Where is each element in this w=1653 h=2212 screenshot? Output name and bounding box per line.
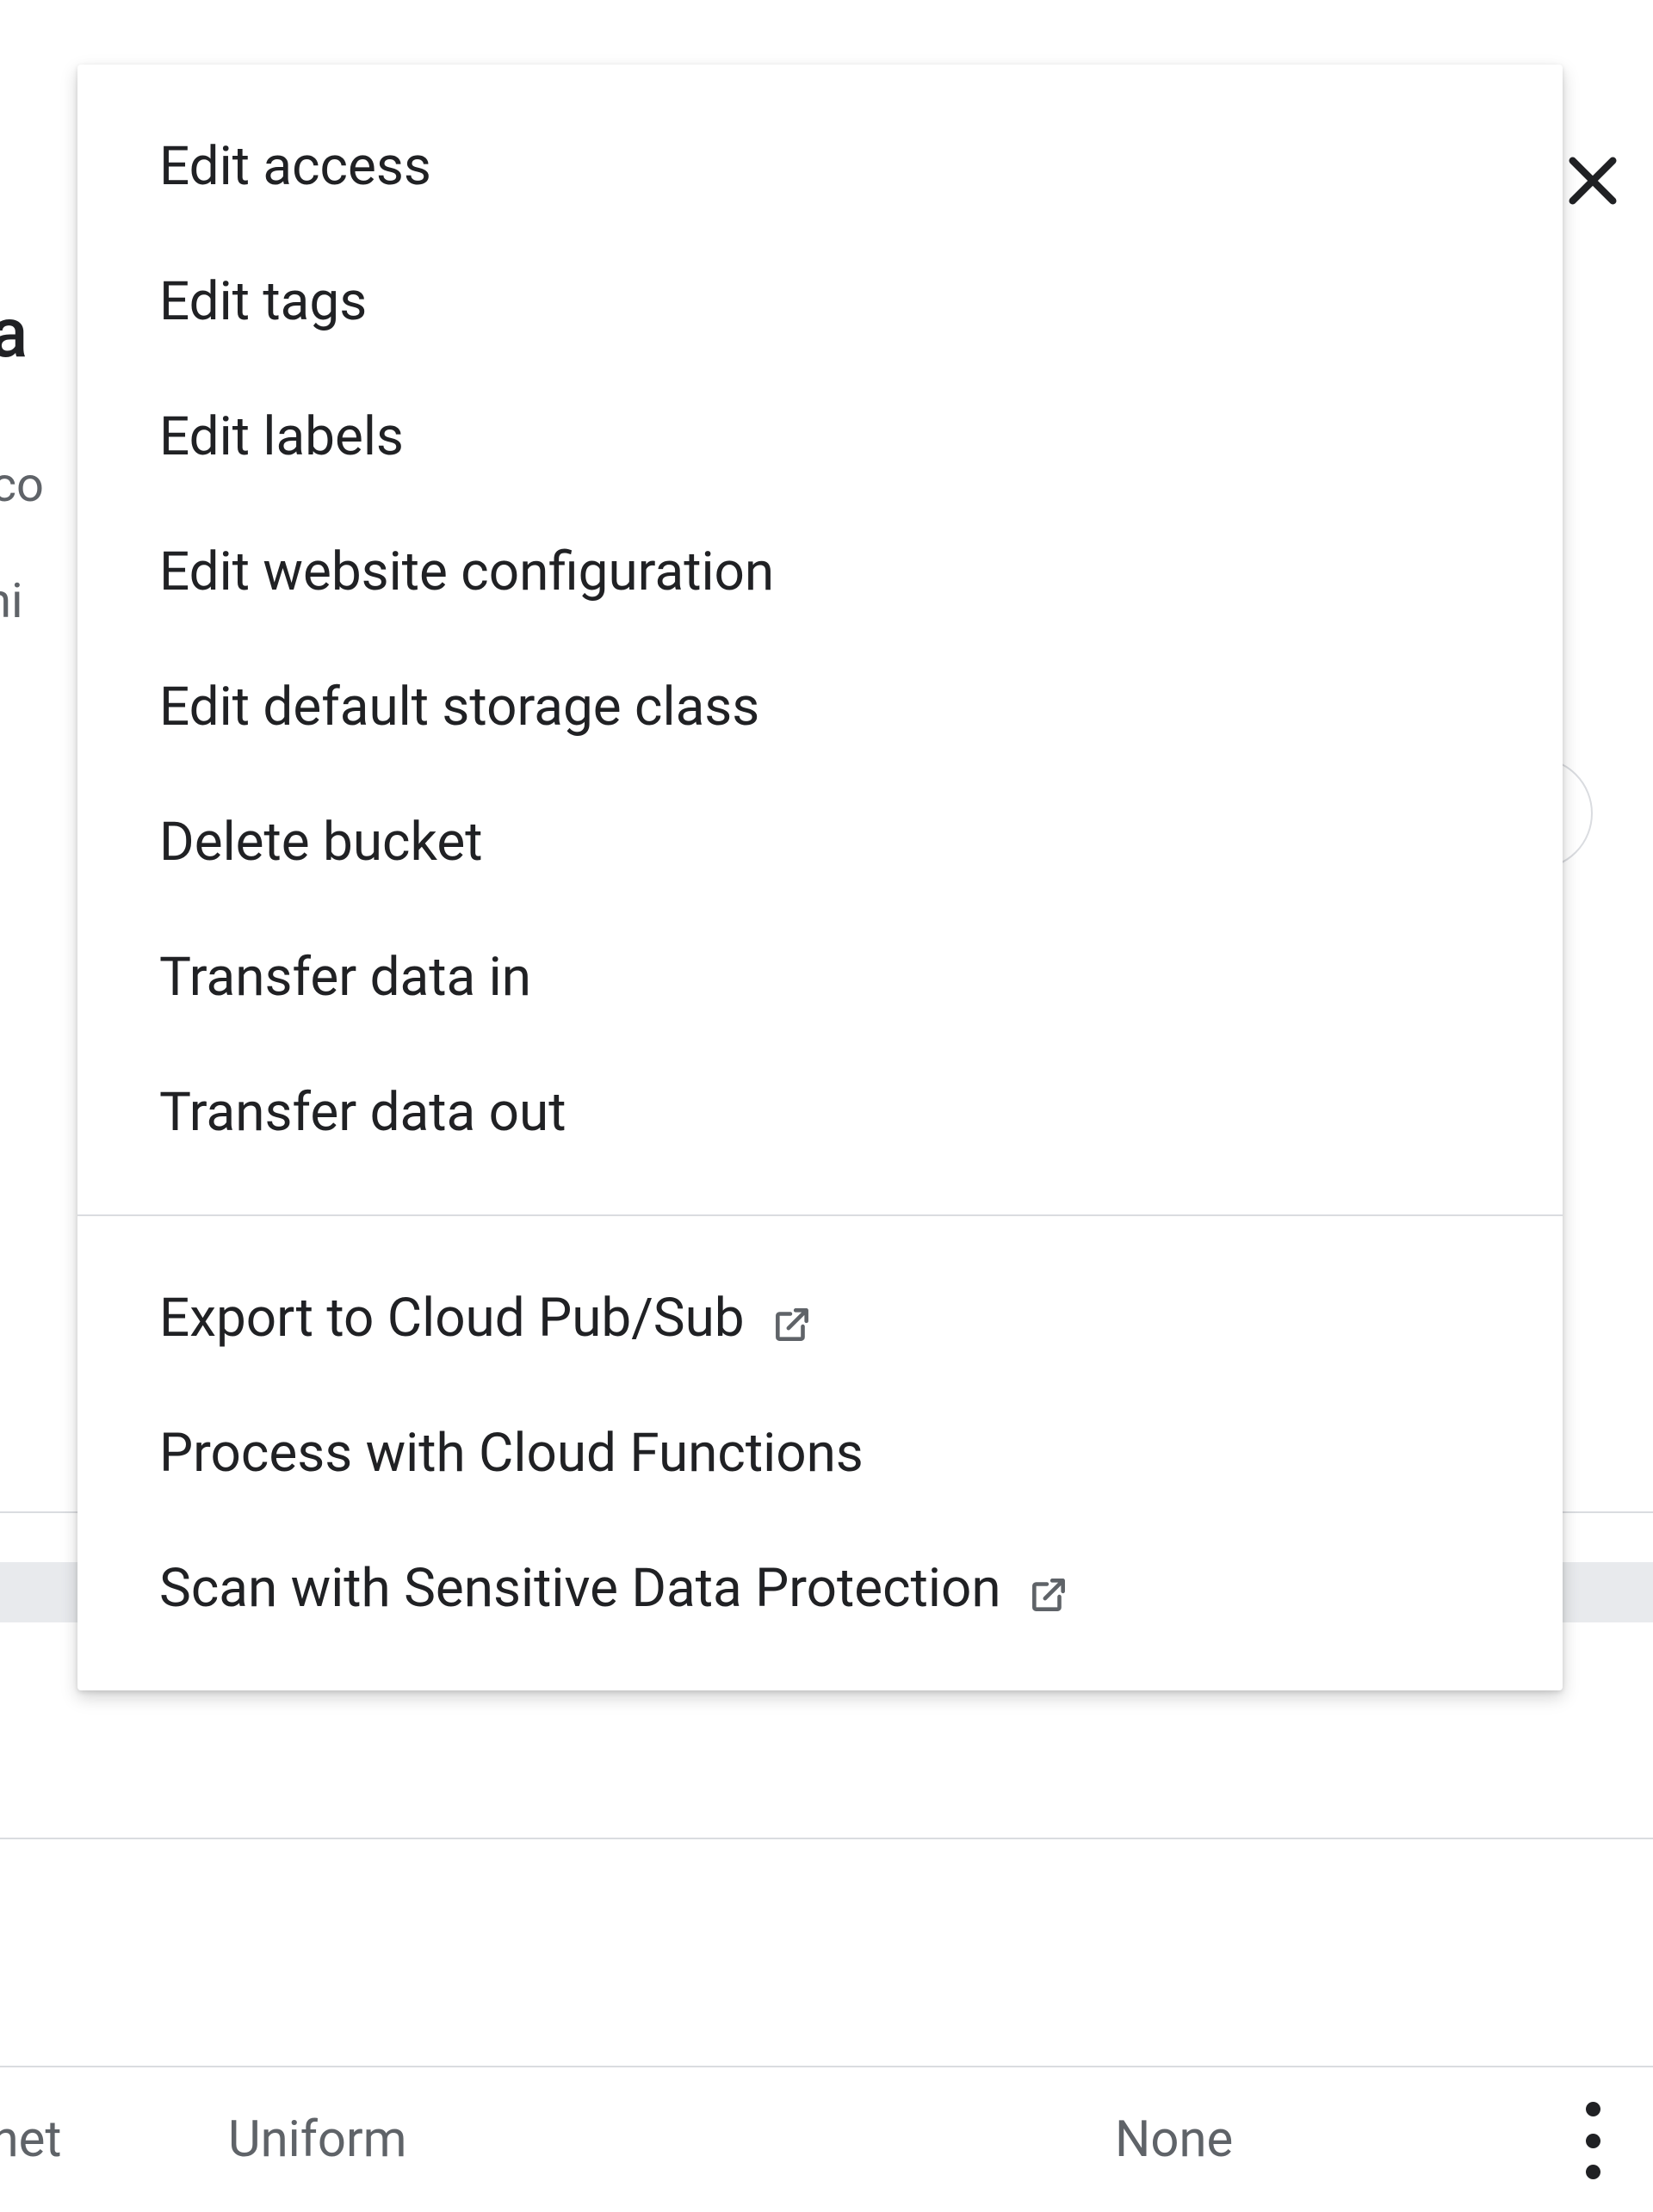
external-link-icon [771, 1297, 814, 1340]
menu-item-delete-bucket[interactable]: Delete bucket [77, 775, 1563, 910]
kebab-icon [1586, 2165, 1600, 2179]
table-cell-access: rnet [0, 2110, 61, 2169]
menu-item-edit-tags[interactable]: Edit tags [77, 234, 1563, 369]
menu-section-2: Export to Cloud Pub/Sub Process with Clo… [77, 1216, 1563, 1690]
close-icon [1558, 202, 1627, 219]
table-row: rnet Uniform None [0, 2066, 1653, 2212]
menu-item-label: Transfer data out [159, 1081, 566, 1144]
menu-item-transfer-out[interactable]: Transfer data out [77, 1045, 1563, 1180]
menu-item-label: Edit tags [159, 270, 367, 333]
menu-item-label: Scan with Sensitive Data Protection [159, 1557, 1001, 1620]
menu-item-cloud-functions[interactable]: Process with Cloud Functions [77, 1386, 1563, 1521]
menu-item-transfer-in[interactable]: Transfer data in [77, 910, 1563, 1045]
bucket-desc-line1: eco [0, 456, 44, 513]
kebab-icon [1586, 2102, 1600, 2116]
table-divider [0, 1838, 1653, 1839]
menu-item-label: Process with Cloud Functions [159, 1422, 864, 1485]
table-cell-access-control: Uniform [228, 2110, 407, 2169]
menu-item-scan-sdp[interactable]: Scan with Sensitive Data Protection [77, 1521, 1563, 1656]
menu-item-edit-website-config[interactable]: Edit website configuration [77, 504, 1563, 640]
bucket-desc-line2: vhi [0, 572, 23, 629]
menu-item-label: Edit default storage class [159, 676, 759, 738]
menu-item-label: Edit access [159, 135, 431, 198]
menu-item-edit-storage-class[interactable]: Edit default storage class [77, 640, 1563, 775]
menu-section-1: Edit access Edit tags Edit labels Edit w… [77, 65, 1563, 1214]
menu-item-export-pubsub[interactable]: Export to Cloud Pub/Sub [77, 1251, 1563, 1386]
row-overflow-menu-button[interactable] [1567, 2102, 1619, 2179]
table-cell-protection: None [1115, 2110, 1233, 2169]
menu-item-label: Transfer data in [159, 946, 531, 1009]
menu-item-label: Export to Cloud Pub/Sub [159, 1287, 745, 1350]
close-button[interactable] [1558, 146, 1627, 215]
menu-item-edit-labels[interactable]: Edit labels [77, 369, 1563, 504]
menu-item-label: Delete bucket [159, 811, 482, 874]
menu-item-edit-access[interactable]: Edit access [77, 99, 1563, 234]
menu-item-label: Edit labels [159, 405, 404, 468]
bucket-title-fragment: da [0, 293, 28, 374]
external-link-icon [1027, 1567, 1070, 1610]
menu-item-label: Edit website configuration [159, 541, 774, 603]
kebab-icon [1586, 2134, 1600, 2148]
bucket-actions-menu: Edit access Edit tags Edit labels Edit w… [77, 65, 1563, 1690]
